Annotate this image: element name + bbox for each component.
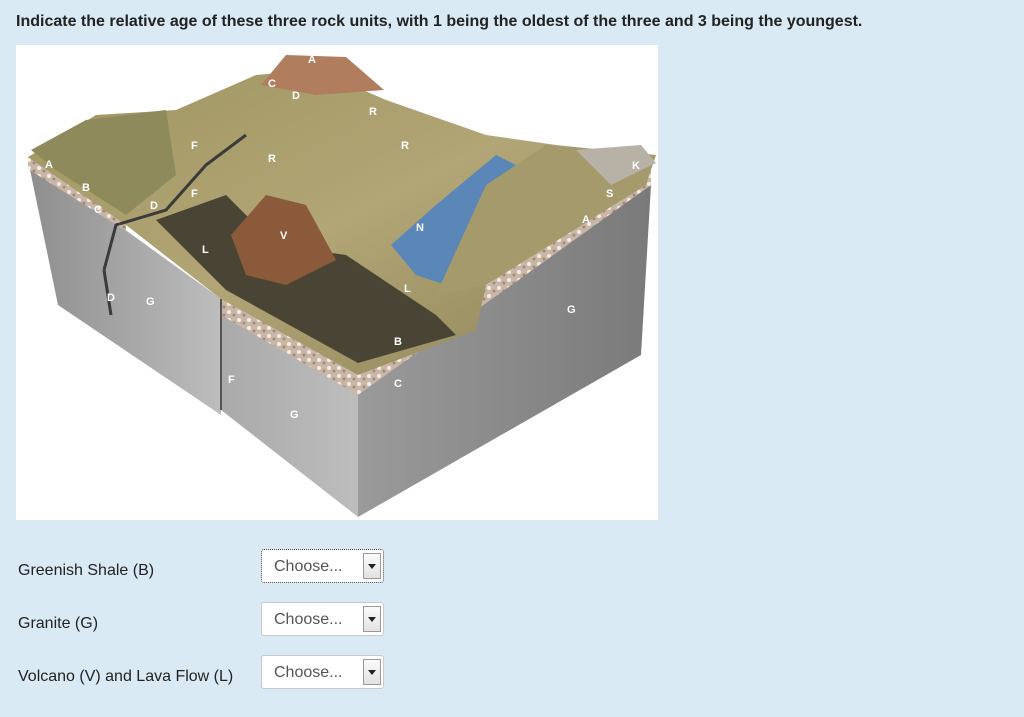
label-f-mid: F <box>191 188 198 200</box>
label-f-top: F <box>191 140 198 152</box>
label-b-front: B <box>394 336 402 348</box>
label-d-left: D <box>150 200 158 212</box>
chevron-down-icon <box>368 670 376 675</box>
label-k: K <box>632 160 640 172</box>
label-c-mesa: C <box>268 78 276 90</box>
label-g-front: G <box>290 409 299 421</box>
select-value: Choose... <box>274 664 343 681</box>
label-a-right: A <box>582 214 590 226</box>
dropdown-button[interactable] <box>363 606 381 632</box>
label-g-right: G <box>567 304 576 316</box>
label-d-mesa: D <box>292 90 300 102</box>
label-c-left: C <box>94 204 102 216</box>
select-granite[interactable]: Choose... <box>261 602 384 636</box>
label-d-face: D <box>107 292 115 304</box>
label-n: N <box>416 222 424 234</box>
label-s: S <box>606 188 613 200</box>
select-greenish-shale[interactable]: Choose... <box>261 549 384 583</box>
select-value: Choose... <box>274 558 343 575</box>
block-diagram-image: A C D R R R A B C D F F V L N L K S A D … <box>16 45 658 520</box>
row-label-granite: Granite (G) <box>18 615 99 632</box>
row-label-volcano-lava: Volcano (V) and Lava Flow (L) <box>18 668 234 685</box>
row-label-greenish-shale: Greenish Shale (B) <box>18 562 155 579</box>
chevron-down-icon <box>368 564 376 569</box>
label-c-front: C <box>394 378 402 390</box>
chevron-down-icon <box>368 617 376 622</box>
question-text: Indicate the relative age of these three… <box>16 13 863 30</box>
label-g-left: G <box>146 296 155 308</box>
label-b-left: B <box>82 182 90 194</box>
label-r-2: R <box>401 140 409 152</box>
label-l-1: L <box>202 244 209 256</box>
label-l-2: L <box>404 283 411 295</box>
label-r-3: R <box>268 153 276 165</box>
label-v: V <box>280 230 288 242</box>
label-r-1: R <box>369 106 377 118</box>
dropdown-button[interactable] <box>363 659 381 685</box>
select-value: Choose... <box>274 611 343 628</box>
label-f-face: F <box>228 374 235 386</box>
label-a-left: A <box>45 159 53 171</box>
dropdown-button[interactable] <box>363 553 381 579</box>
select-volcano-lava[interactable]: Choose... <box>261 655 384 689</box>
label-a-mesa: A <box>308 54 316 66</box>
